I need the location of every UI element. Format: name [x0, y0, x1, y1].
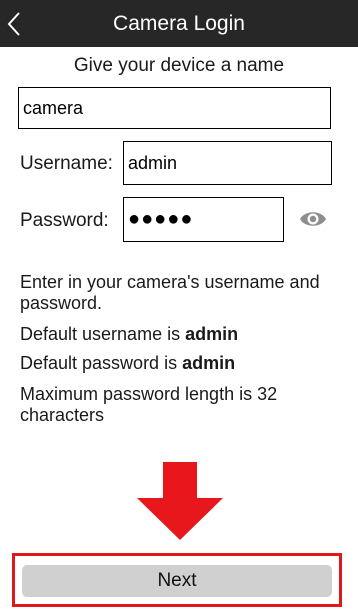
username-label: Username: — [20, 153, 113, 174]
username-input[interactable] — [123, 141, 332, 185]
instructions-text: Enter in your camera's username and pass… — [20, 272, 320, 313]
back-button[interactable] — [0, 0, 40, 47]
default-username-text: Default username is admin — [20, 324, 239, 344]
default-username-value: admin — [185, 324, 239, 344]
device-name-prompt: Give your device a name — [73, 55, 285, 76]
eye-icon — [300, 212, 326, 226]
chevron-left-icon — [7, 12, 20, 36]
password-label: Password: — [20, 210, 109, 231]
arrow-down-icon — [137, 462, 223, 540]
device-name-input[interactable] — [18, 87, 331, 129]
next-button[interactable]: Next — [22, 565, 332, 597]
default-password-value: admin — [182, 353, 236, 373]
show-password-toggle[interactable] — [298, 207, 328, 231]
password-input[interactable] — [123, 197, 284, 242]
default-password-text: Default password is admin — [20, 353, 236, 373]
next-button-highlight: Next — [12, 553, 342, 607]
nav-bar: Camera Login — [0, 0, 358, 47]
page-title: Camera Login — [113, 12, 245, 35]
password-length-note: Maximum password length is 32 characters — [20, 384, 278, 425]
